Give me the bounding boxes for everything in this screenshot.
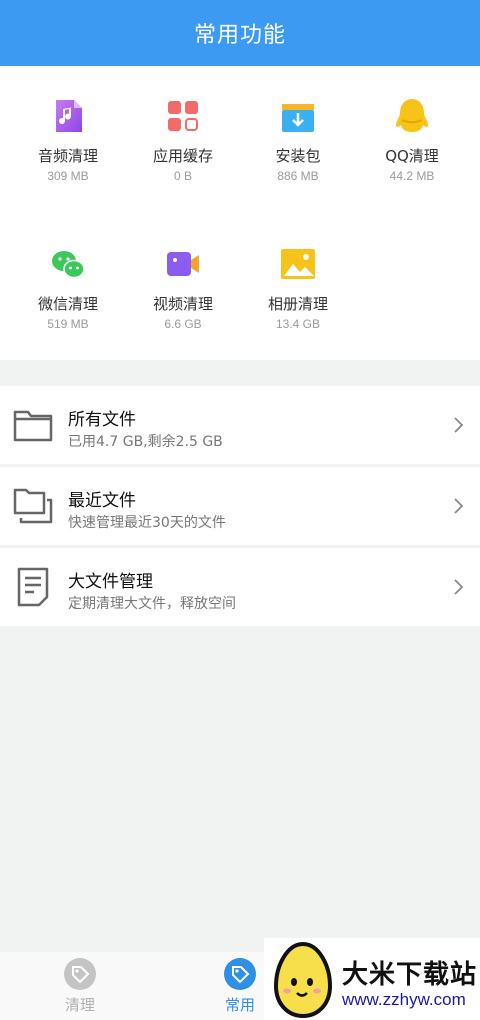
document-icon [12, 566, 54, 608]
tag-icon [64, 958, 96, 990]
list-item-large-files[interactable]: 大文件管理 定期清理大文件，释放空间 [0, 548, 480, 626]
tool-app-cache[interactable]: 应用缓存 0 B [123, 66, 243, 183]
photo-album-icon [278, 244, 318, 284]
tool-label: 视频清理 [152, 295, 213, 313]
install-box-icon [278, 96, 318, 136]
tool-size: 309 MB [47, 169, 89, 183]
tag-icon [224, 958, 256, 990]
qq-penguin-icon [392, 96, 432, 136]
top-header: 常用功能 [0, 0, 480, 66]
tool-size: 44.2 MB [389, 169, 435, 183]
chevron-right-icon [452, 578, 466, 596]
tool-label: 安装包 [275, 147, 321, 165]
rice-mascot-logo [270, 940, 336, 1020]
tab-label: 清理 [64, 996, 95, 1014]
list-item-title: 最近文件 [68, 491, 136, 511]
list-item-recent-files[interactable]: 最近文件 快速管理最近30天的文件 [0, 467, 480, 545]
tool-grid: 音频清理 309 MB 应用缓存 0 B 安装包 886 MB QQ清理 44.… [0, 66, 480, 360]
stacked-folder-icon [12, 485, 54, 527]
wechat-icon [48, 244, 88, 284]
tool-label: QQ清理 [385, 147, 439, 165]
watermark-title: 大米下载站 [342, 960, 478, 990]
chevron-right-icon [452, 497, 466, 515]
watermark-url: www.zzhyw.com [342, 990, 466, 1009]
video-camera-icon [163, 244, 203, 284]
tool-size: 886 MB [277, 169, 319, 183]
list-item-subtitle: 定期清理大文件，释放空间 [68, 596, 236, 612]
tool-size: 6.6 GB [164, 317, 202, 331]
tool-label: 应用缓存 [152, 147, 213, 165]
app-grid-icon [163, 96, 203, 136]
tool-wechat-clean[interactable]: 微信清理 519 MB [8, 214, 128, 331]
tool-label: 微信清理 [37, 295, 98, 313]
tool-size: 0 B [173, 169, 192, 183]
list-item-title: 所有文件 [68, 410, 136, 430]
list-item-subtitle: 快速管理最近30天的文件 [68, 515, 226, 531]
tool-install-package[interactable]: 安装包 886 MB [238, 66, 358, 183]
tool-label: 音频清理 [37, 147, 98, 165]
tab-label: 常用 [224, 996, 255, 1014]
list-item-title: 大文件管理 [68, 572, 153, 592]
folder-icon [12, 404, 54, 446]
tab-clean[interactable]: 清理 [40, 956, 120, 1020]
audio-file-icon [48, 96, 88, 136]
site-watermark: 大米下载站 www.zzhyw.com [264, 938, 480, 1020]
list-item-subtitle: 已用4.7 GB,剩余2.5 GB [68, 434, 223, 450]
tool-audio-clean[interactable]: 音频清理 309 MB [8, 66, 128, 183]
tool-album-clean[interactable]: 相册清理 13.4 GB [238, 214, 358, 331]
tool-size: 13.4 GB [275, 317, 321, 331]
tool-video-clean[interactable]: 视频清理 6.6 GB [123, 214, 243, 331]
file-list: 所有文件 已用4.7 GB,剩余2.5 GB 最近文件 快速管理最近30天的文件… [0, 386, 480, 626]
tool-size: 519 MB [47, 317, 89, 331]
page-title: 常用功能 [193, 23, 286, 48]
tool-qq-clean[interactable]: QQ清理 44.2 MB [352, 66, 472, 183]
chevron-right-icon [452, 416, 466, 434]
list-item-all-files[interactable]: 所有文件 已用4.7 GB,剩余2.5 GB [0, 386, 480, 464]
tool-label: 相册清理 [267, 295, 328, 313]
